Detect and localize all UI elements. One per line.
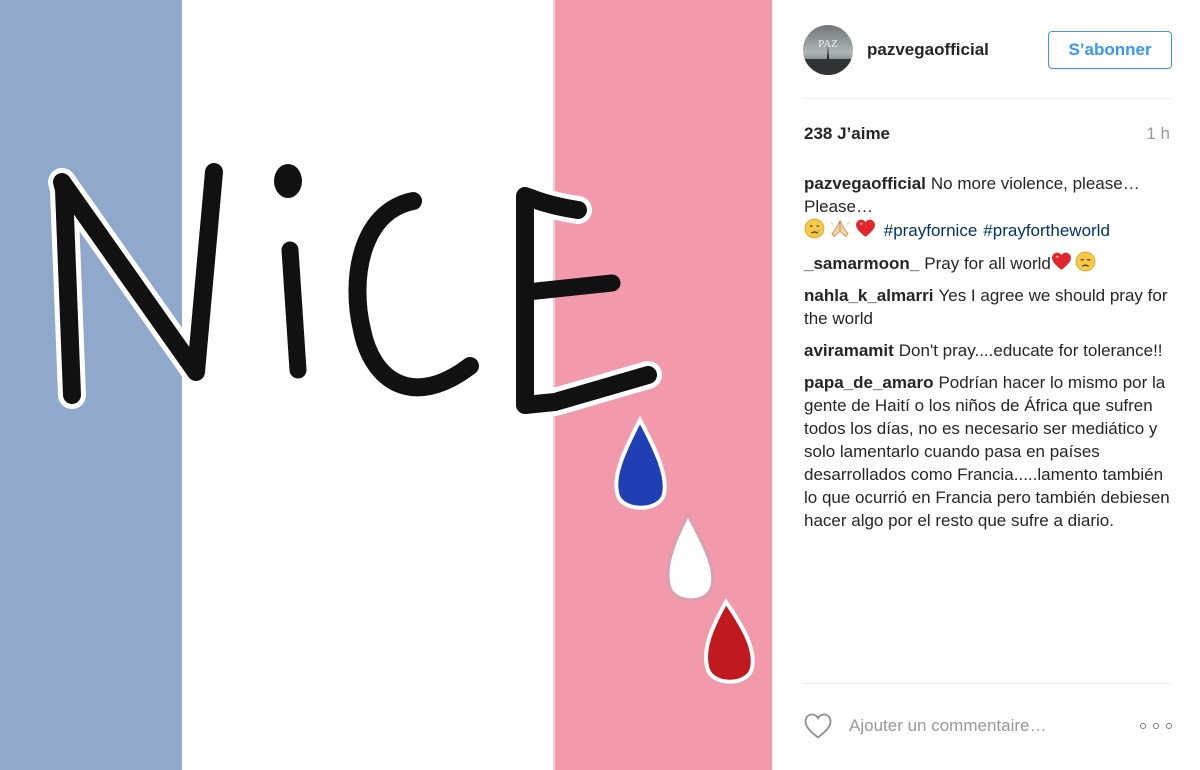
comment-item: _samarmoon_ Pray for all world xyxy=(804,251,1172,275)
red-heart-icon xyxy=(856,219,875,237)
add-comment-input[interactable] xyxy=(849,716,1140,736)
likes-count[interactable]: 238 J’aime xyxy=(804,124,890,144)
comment-username[interactable]: _samarmoon_ xyxy=(804,254,919,273)
comment-item: aviramamit Don't pray....educate for tole… xyxy=(804,339,1172,362)
nice-flag-drawing xyxy=(0,0,772,770)
crying-face-icon xyxy=(804,218,825,239)
comment-text: Pray for all world xyxy=(924,254,1051,273)
header-divider xyxy=(803,98,1172,99)
flag-blue-stripe xyxy=(0,0,182,770)
post-author-username[interactable]: pazvegaofficial xyxy=(867,40,1048,60)
comment-username[interactable]: papa_de_amaro xyxy=(804,373,933,392)
caption: pazvegaofficial No more violence, please…… xyxy=(804,172,1172,242)
post-footer xyxy=(803,708,1172,744)
instagram-post: PAZ pazvegaofficial S’abonner 238 J’aime… xyxy=(0,0,1200,770)
more-dot xyxy=(1153,723,1159,729)
hashtag-link[interactable]: #prayfortheworld xyxy=(983,221,1110,240)
comment-item: nahla_k_almarri Yes I agree we should pra… xyxy=(804,284,1172,330)
disappointed-face-icon xyxy=(1075,251,1096,272)
avatar-image: PAZ xyxy=(803,25,853,75)
comment-text: Podrían hacer lo mismo por la gente de H… xyxy=(804,373,1170,530)
avatar-logo-text: PAZ xyxy=(818,38,838,50)
caption-username[interactable]: pazvegaofficial xyxy=(804,174,926,193)
comment-text: Don't pray....educate for tolerance!! xyxy=(898,341,1163,360)
praying-hands-icon xyxy=(830,218,850,238)
more-dot xyxy=(1140,723,1146,729)
heart-outline-icon[interactable] xyxy=(803,712,833,740)
comment-username[interactable]: nahla_k_almarri xyxy=(804,286,933,305)
footer-divider xyxy=(803,683,1172,684)
post-image[interactable] xyxy=(0,0,772,770)
avatar[interactable]: PAZ xyxy=(803,25,853,75)
post-stats: 238 J’aime 1 h xyxy=(804,124,1170,144)
post-time[interactable]: 1 h xyxy=(1146,124,1170,144)
comment-username[interactable]: aviramamit xyxy=(804,341,894,360)
more-options-icon[interactable] xyxy=(1140,716,1172,736)
follow-button[interactable]: S’abonner xyxy=(1048,31,1172,69)
post-details-panel: PAZ pazvegaofficial S’abonner 238 J’aime… xyxy=(772,0,1200,770)
comment-item: papa_de_amaro Podrían hacer lo mismo por … xyxy=(804,371,1172,532)
comments-list: pazvegaofficial No more violence, please…… xyxy=(804,172,1172,541)
flag-white-stripe xyxy=(182,0,555,770)
post-header: PAZ pazvegaofficial S’abonner xyxy=(803,22,1172,78)
hashtag-link[interactable]: #prayfornice xyxy=(884,221,978,240)
red-heart-icon xyxy=(1051,252,1071,270)
more-dot xyxy=(1166,723,1172,729)
